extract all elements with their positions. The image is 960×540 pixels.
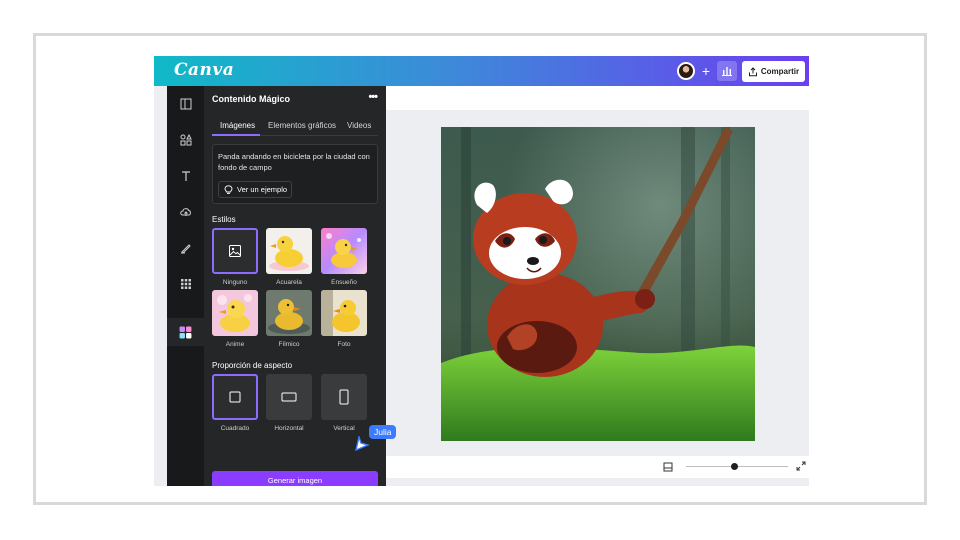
zoom-slider-thumb[interactable] bbox=[731, 463, 738, 470]
more-options-icon[interactable]: ••• bbox=[368, 91, 378, 103]
aspect-square-label: Cuadrado bbox=[220, 425, 250, 432]
active-tab-indicator bbox=[212, 134, 260, 136]
share-icon bbox=[748, 66, 757, 76]
canva-editor: Canva + Compartir Contenido Mágico ••• I… bbox=[154, 56, 809, 486]
style-filmic-label: Fílmico bbox=[278, 341, 300, 348]
see-example-button[interactable]: Ver un ejemplo bbox=[218, 181, 292, 198]
style-dreamy-label: Ensueño bbox=[331, 279, 357, 286]
rail-templates[interactable] bbox=[167, 92, 204, 116]
magic-media-panel: Contenido Mágico ••• Imágenes Elementos … bbox=[204, 86, 386, 486]
dreamy-duck-thumbnail bbox=[321, 228, 367, 274]
style-none-tile[interactable] bbox=[212, 228, 258, 274]
prompt-text[interactable]: Panda andando en bicicleta por la ciudad… bbox=[218, 151, 372, 173]
add-collaborator-icon[interactable]: + bbox=[698, 62, 714, 80]
red-panda-illustration bbox=[441, 127, 755, 441]
magic-media-icon bbox=[179, 326, 192, 338]
apps-icon bbox=[180, 279, 191, 289]
side-rail bbox=[167, 86, 204, 486]
aspect-vertical-label: Vertical bbox=[333, 425, 355, 432]
photo-duck-thumbnail bbox=[321, 290, 367, 336]
landscape-icon bbox=[281, 392, 297, 402]
style-anime-label: Anime bbox=[225, 341, 245, 348]
rail-apps[interactable] bbox=[167, 272, 204, 296]
style-watercolor-tile[interactable] bbox=[266, 228, 312, 274]
uploads-icon bbox=[179, 208, 191, 216]
prompt-input[interactable]: Panda andando en bicicleta por la ciudad… bbox=[212, 144, 378, 204]
filmic-duck-thumbnail bbox=[266, 290, 312, 336]
rail-draw[interactable] bbox=[167, 236, 204, 260]
draw-icon bbox=[180, 244, 191, 254]
bar-chart-icon bbox=[722, 67, 732, 76]
panel-title: Contenido Mágico bbox=[212, 94, 290, 104]
aspect-horizontal-label: Horizontal bbox=[274, 425, 304, 432]
style-filmic-tile[interactable] bbox=[266, 290, 312, 336]
share-button[interactable]: Compartir bbox=[742, 61, 805, 82]
aspect-ratio-label: Proporción de aspecto bbox=[212, 361, 293, 370]
fullscreen-icon[interactable] bbox=[796, 461, 806, 471]
rail-uploads[interactable] bbox=[167, 200, 204, 224]
style-photo-label: Foto bbox=[337, 341, 351, 348]
notes-icon[interactable] bbox=[663, 462, 673, 472]
collaborator-name-tag: Julia bbox=[369, 425, 397, 439]
see-example-label: Ver un ejemplo bbox=[237, 185, 288, 194]
aspect-horizontal-tile[interactable] bbox=[266, 374, 312, 420]
anime-duck-thumbnail bbox=[212, 290, 258, 336]
watercolor-duck-thumbnail bbox=[266, 228, 312, 274]
tab-images[interactable]: Imágenes bbox=[220, 121, 255, 130]
generate-image-button[interactable]: Generar imagen bbox=[212, 471, 378, 486]
text-icon bbox=[181, 171, 190, 181]
image-icon bbox=[229, 245, 241, 257]
style-none-label: Ninguno bbox=[222, 279, 248, 286]
styles-label: Estilos bbox=[212, 215, 236, 224]
style-dreamy-tile[interactable] bbox=[321, 228, 367, 274]
rail-elements[interactable] bbox=[167, 128, 204, 152]
rail-text[interactable] bbox=[167, 164, 204, 188]
style-photo-tile[interactable] bbox=[321, 290, 367, 336]
elements-icon bbox=[180, 134, 192, 146]
lightbulb-icon bbox=[224, 184, 233, 194]
tab-videos[interactable]: Videos bbox=[347, 121, 371, 130]
templates-icon bbox=[180, 98, 191, 110]
portrait-icon bbox=[339, 389, 349, 405]
avatar[interactable] bbox=[677, 62, 695, 80]
rail-magic-media[interactable] bbox=[167, 318, 204, 346]
canvas-top-strip bbox=[386, 86, 809, 110]
insights-button[interactable] bbox=[717, 61, 737, 81]
canva-logo[interactable]: Canva bbox=[174, 60, 234, 80]
square-icon bbox=[229, 391, 241, 403]
tab-graphics[interactable]: Elementos gráficos bbox=[268, 121, 336, 130]
generated-image-red-panda[interactable] bbox=[441, 127, 755, 441]
canvas-footer bbox=[386, 456, 809, 478]
collaborator-cursor-icon bbox=[355, 436, 370, 452]
style-anime-tile[interactable] bbox=[212, 290, 258, 336]
share-label: Compartir bbox=[760, 67, 800, 76]
aspect-vertical-tile[interactable] bbox=[321, 374, 367, 420]
top-bar: Canva + Compartir bbox=[154, 56, 809, 86]
aspect-square-tile[interactable] bbox=[212, 374, 258, 420]
style-watercolor-label: Acuarela bbox=[276, 279, 302, 286]
